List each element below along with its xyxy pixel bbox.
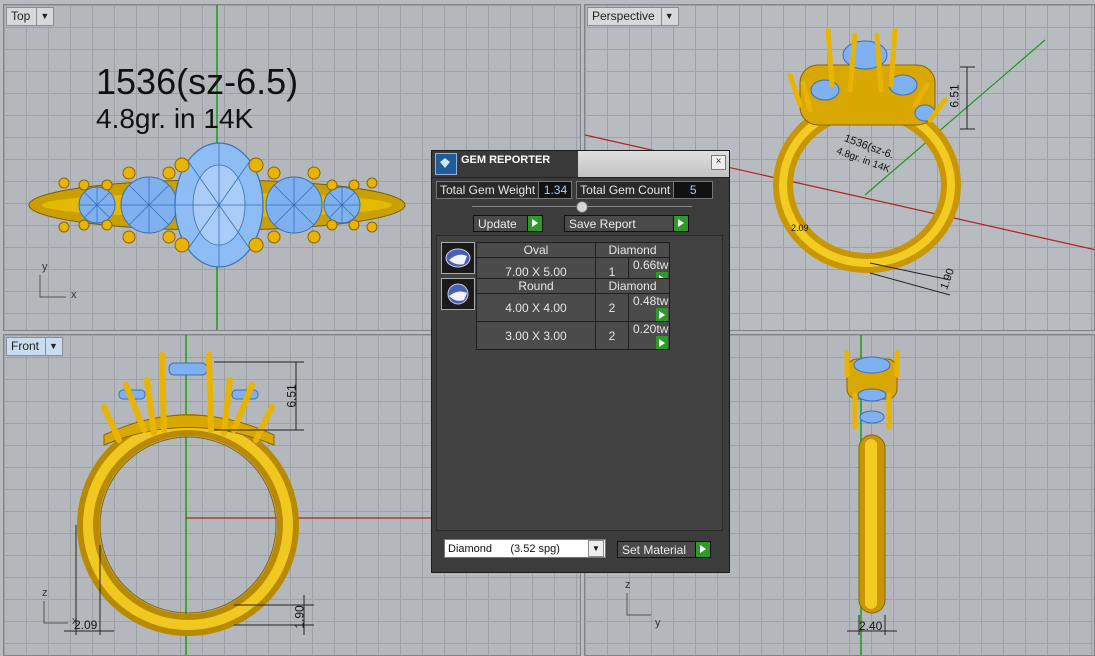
set-material-button[interactable]: Set Material (617, 541, 711, 558)
dimension-label-width: 2.40 (859, 619, 883, 633)
close-button[interactable]: × (711, 155, 726, 170)
dimension-label-small: 2.09 (791, 223, 809, 233)
total-gem-count-label: Total Gem Count (580, 183, 671, 197)
axis-label-y: y (42, 261, 48, 273)
total-gem-weight-label: Total Gem Weight (440, 183, 536, 197)
gem-reporter-logo-icon (435, 153, 457, 175)
ring-side-profile (844, 350, 900, 614)
gem-shape: Round (476, 278, 596, 294)
dimension-label-height: 6.51 (284, 384, 299, 408)
viewport-label: Front (11, 339, 40, 353)
gem-row[interactable]: 3.00 X 3.00 2 0.20tw (476, 321, 670, 350)
viewport-label: Top (11, 9, 31, 23)
viewport-title-perspective[interactable]: Perspective ▼ (587, 7, 679, 26)
gem-quantity: 2 (595, 293, 629, 322)
axis-label-z: z (42, 587, 48, 599)
gem-reporter-panel[interactable]: GEM REPORTER × Total Gem Weight 1.34 Tot… (431, 150, 730, 573)
gem-weight: 0.48tw (633, 294, 669, 308)
play-arrow-icon (673, 216, 688, 231)
gem-material: Diamond (595, 278, 670, 294)
update-button[interactable]: Update (473, 215, 543, 232)
gem-reporter-titlebar[interactable]: GEM REPORTER × (432, 151, 729, 178)
gem-quantity: 2 (595, 321, 629, 350)
chevron-down-icon[interactable]: ▼ (36, 8, 49, 25)
gem-list[interactable]: Oval Diamond 7.00 X 5.00 1 0.66tw Round … (436, 235, 723, 531)
chevron-down-icon[interactable]: ▼ (588, 540, 604, 557)
material-select[interactable]: Diamond (3.52 spg) ▼ (444, 539, 606, 558)
gem-group-round[interactable]: Round Diamond 4.00 X 4.00 2 0.48tw 3.00 … (441, 278, 670, 350)
ring-weight-note: 4.8gr. in 14K (96, 103, 254, 134)
save-report-button[interactable]: Save Report (564, 215, 689, 232)
small-round-gem-right-outer (323, 186, 361, 224)
gem-size: 3.00 X 3.00 (476, 321, 596, 350)
axis-label-z: z (625, 579, 631, 591)
viewport-title-front[interactable]: Front ▼ (6, 337, 63, 356)
viewport-label: Perspective (592, 9, 655, 23)
gem-material: Diamond (595, 242, 670, 258)
gem-reporter-title: GEM REPORTER (461, 154, 551, 166)
round-gem-right (265, 176, 323, 234)
axis-label-x: x (72, 615, 78, 627)
select-gem-arrow-icon[interactable] (656, 308, 668, 321)
axis-gizmo (626, 593, 651, 616)
oval-gem-icon[interactable] (441, 242, 475, 274)
save-report-button-label: Save Report (569, 216, 636, 231)
axis-gizmo (43, 601, 68, 624)
gem-weight: 0.66tw (633, 258, 669, 272)
ring-head-perspective (787, 27, 948, 126)
material-select-value: Diamond (3.52 spg) (448, 542, 560, 555)
set-material-button-label: Set Material (622, 542, 687, 557)
round-gem-left (120, 176, 178, 234)
axis-label-y: y (655, 617, 661, 629)
total-gem-count-value: 5 (673, 182, 713, 198)
gem-weight: 0.20tw (633, 322, 669, 336)
round-gem-icon[interactable] (441, 278, 475, 310)
total-gem-weight-value: 1.34 (538, 182, 572, 198)
total-gem-weight: Total Gem Weight 1.34 (436, 181, 573, 199)
gem-shape: Oval (476, 242, 596, 258)
viewport-title-top[interactable]: Top ▼ (6, 7, 55, 26)
total-gem-count: Total Gem Count 5 (576, 181, 714, 199)
ring-id-note: 1536(sz-6.5) (96, 61, 299, 102)
dimension-label-height: 6.51 (947, 84, 962, 108)
gem-size: 4.00 X 4.00 (476, 293, 596, 322)
panel-splitter[interactable] (472, 201, 692, 213)
update-button-label: Update (478, 216, 517, 231)
axis-label-x: x (71, 289, 77, 301)
select-gem-arrow-icon[interactable] (656, 336, 668, 349)
chevron-down-icon[interactable]: ▼ (45, 338, 58, 355)
splitter-handle[interactable] (576, 201, 588, 213)
dimension-height-perspective (960, 66, 975, 130)
dimension-label-band: 1.90 (292, 605, 307, 629)
play-arrow-icon (527, 216, 542, 231)
play-arrow-icon (695, 542, 710, 557)
chevron-down-icon[interactable]: ▼ (660, 8, 674, 25)
small-round-gem-left-outer (78, 186, 116, 224)
ring-band-front (77, 414, 299, 636)
gem-row[interactable]: 4.00 X 4.00 2 0.48tw (476, 293, 670, 322)
axis-gizmo (39, 275, 66, 298)
